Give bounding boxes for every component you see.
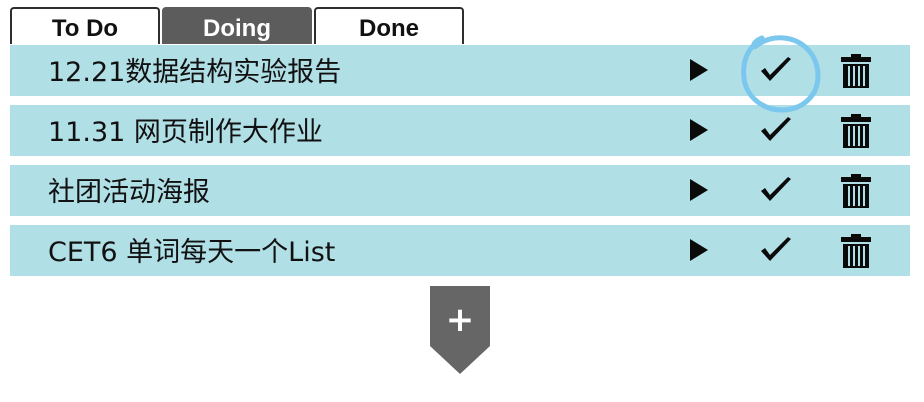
task-row: 社团活动海报 bbox=[10, 165, 910, 216]
task-row: CET6 单词每天一个List bbox=[10, 225, 910, 276]
checkmark-icon[interactable] bbox=[758, 174, 794, 208]
tab-todo[interactable]: To Do bbox=[10, 7, 160, 44]
checkmark-icon[interactable] bbox=[758, 54, 794, 88]
trash-icon[interactable] bbox=[840, 233, 872, 269]
add-task-button[interactable]: + bbox=[430, 286, 490, 374]
task-row: 11.31 网页制作大作业 bbox=[10, 105, 910, 156]
task-row: 12.21数据结构实验报告 bbox=[10, 45, 910, 96]
play-icon[interactable] bbox=[690, 119, 708, 141]
play-icon[interactable] bbox=[690, 179, 708, 201]
task-title: CET6 单词每天一个List bbox=[48, 237, 336, 268]
tab-doing[interactable]: Doing bbox=[162, 7, 312, 44]
tab-done[interactable]: Done bbox=[314, 7, 464, 44]
checkmark-icon[interactable] bbox=[758, 234, 794, 268]
task-title: 11.31 网页制作大作业 bbox=[48, 117, 323, 148]
trash-icon[interactable] bbox=[840, 173, 872, 209]
plus-icon: + bbox=[445, 300, 475, 340]
checkmark-icon[interactable] bbox=[758, 114, 794, 148]
play-icon[interactable] bbox=[690, 59, 708, 81]
trash-icon[interactable] bbox=[840, 113, 872, 149]
play-icon[interactable] bbox=[690, 239, 708, 261]
trash-icon[interactable] bbox=[840, 53, 872, 89]
task-title: 12.21数据结构实验报告 bbox=[48, 57, 342, 88]
task-title: 社团活动海报 bbox=[48, 177, 210, 208]
